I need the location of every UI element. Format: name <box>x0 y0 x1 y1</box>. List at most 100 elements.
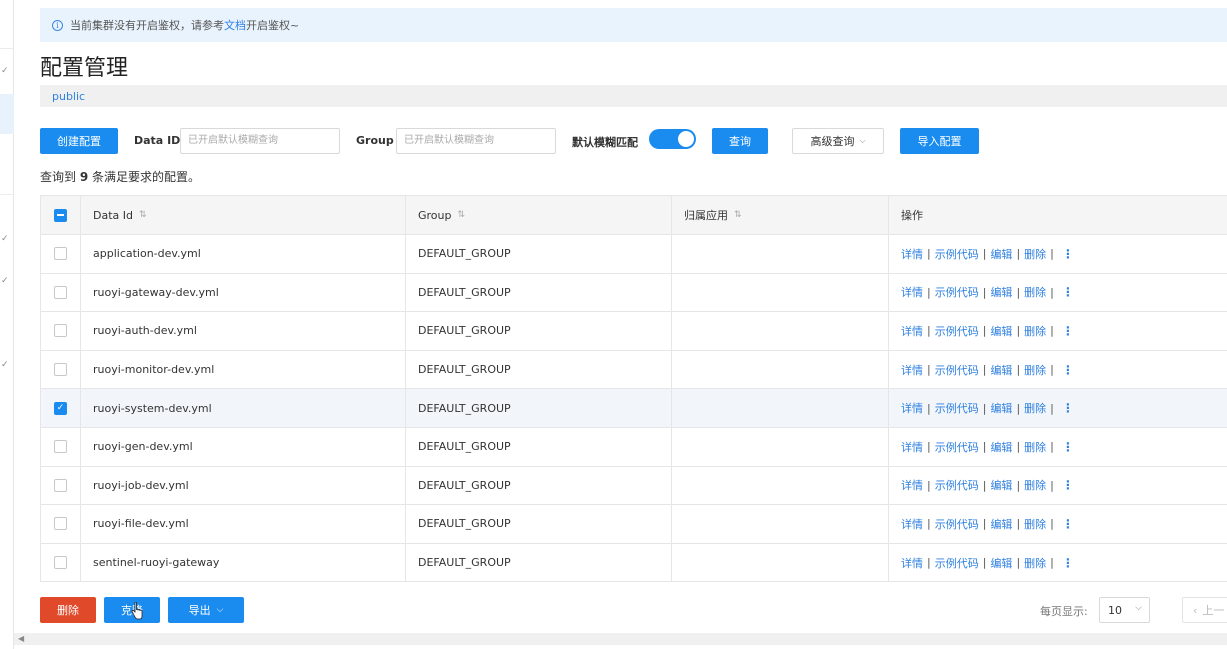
group-input[interactable]: 已开启默认模糊查询 <box>396 128 556 154</box>
op-link-2[interactable]: 编辑 <box>990 362 1012 378</box>
op-separator: | <box>927 324 931 338</box>
op-link-0[interactable]: 详情 <box>901 439 923 455</box>
op-link-3[interactable]: 删除 <box>1024 477 1046 493</box>
op-link-2[interactable]: 编辑 <box>990 246 1012 262</box>
op-link-1[interactable]: 示例代码 <box>935 439 979 455</box>
row-checkbox[interactable] <box>54 247 67 261</box>
op-link-2[interactable]: 编辑 <box>990 555 1012 571</box>
row-checkbox[interactable] <box>54 556 67 570</box>
chevron-icon[interactable]: ✓ <box>1 276 9 286</box>
sidebar-active-item[interactable] <box>0 94 14 134</box>
cell-ops: 详情 | 示例代码 | 编辑 | 删除 | ⋮ <box>889 544 1227 582</box>
chevron-icon[interactable]: ✓ <box>1 66 9 76</box>
page-size-value: 10 <box>1108 603 1122 617</box>
chevron-icon[interactable]: ✓ <box>1 360 9 370</box>
import-config-button[interactable]: 导入配置 <box>900 128 979 154</box>
row-actions: 详情 | 示例代码 | 编辑 | 删除 | ⋮ <box>901 477 1074 493</box>
op-link-0[interactable]: 详情 <box>901 400 923 416</box>
row-actions: 详情 | 示例代码 | 编辑 | 删除 | ⋮ <box>901 362 1074 378</box>
op-link-3[interactable]: 删除 <box>1024 400 1046 416</box>
op-link-1[interactable]: 示例代码 <box>935 400 979 416</box>
op-link-0[interactable]: 详情 <box>901 284 923 300</box>
export-button[interactable]: 导出 ⌵ <box>168 597 244 623</box>
query-button[interactable]: 查询 <box>712 128 768 154</box>
cell-app <box>672 466 889 505</box>
dataid-input[interactable]: 已开启默认模糊查询 <box>180 128 340 154</box>
notice-doc-link[interactable]: 文档 <box>224 17 246 33</box>
op-link-0[interactable]: 详情 <box>901 362 923 378</box>
more-vertical-icon[interactable]: ⋮ <box>1062 363 1074 377</box>
op-link-2[interactable]: 编辑 <box>990 477 1012 493</box>
op-link-3[interactable]: 删除 <box>1024 323 1046 339</box>
op-link-1[interactable]: 示例代码 <box>935 323 979 339</box>
more-vertical-icon[interactable]: ⋮ <box>1062 324 1074 338</box>
header-group[interactable]: Group ⇅ <box>406 196 672 234</box>
op-link-0[interactable]: 详情 <box>901 323 923 339</box>
row-checkbox[interactable] <box>54 517 67 531</box>
op-link-2[interactable]: 编辑 <box>990 439 1012 455</box>
op-link-1[interactable]: 示例代码 <box>935 362 979 378</box>
row-checkbox-cell: ✓ <box>41 389 81 427</box>
header-dataid[interactable]: Data Id ⇅ <box>81 196 406 234</box>
scroll-left-icon[interactable]: ◀ <box>18 633 24 645</box>
row-checkbox-cell <box>41 235 81 273</box>
row-checkbox[interactable] <box>54 324 67 338</box>
header-app[interactable]: 归属应用 ⇅ <box>672 196 889 234</box>
row-checkbox[interactable] <box>54 478 67 492</box>
op-link-3[interactable]: 删除 <box>1024 362 1046 378</box>
row-checkbox[interactable] <box>54 285 67 299</box>
chevron-icon[interactable]: ✓ <box>1 234 9 244</box>
op-link-1[interactable]: 示例代码 <box>935 516 979 532</box>
more-vertical-icon[interactable]: ⋮ <box>1062 517 1074 531</box>
op-link-3[interactable]: 删除 <box>1024 439 1046 455</box>
op-link-1[interactable]: 示例代码 <box>935 284 979 300</box>
sort-icon[interactable]: ⇅ <box>139 210 147 220</box>
op-link-3[interactable]: 删除 <box>1024 516 1046 532</box>
op-link-2[interactable]: 编辑 <box>990 516 1012 532</box>
more-vertical-icon[interactable]: ⋮ <box>1062 285 1074 299</box>
page-size-select[interactable]: 10 ⌵ <box>1099 597 1150 623</box>
op-link-1[interactable]: 示例代码 <box>935 477 979 493</box>
row-actions: 详情 | 示例代码 | 编辑 | 删除 | ⋮ <box>901 516 1074 532</box>
cell-dataid: ruoyi-gen-dev.yml <box>81 427 406 466</box>
row-checkbox[interactable]: ✓ <box>54 401 67 415</box>
op-link-2[interactable]: 编辑 <box>990 284 1012 300</box>
create-config-button[interactable]: 创建配置 <box>40 128 118 154</box>
horizontal-scrollbar[interactable]: ◀ <box>14 633 1227 645</box>
select-all-checkbox[interactable] <box>54 208 67 222</box>
op-link-3[interactable]: 删除 <box>1024 246 1046 262</box>
op-link-2[interactable]: 编辑 <box>990 400 1012 416</box>
op-link-1[interactable]: 示例代码 <box>935 555 979 571</box>
dataid-label: Data ID <box>134 134 181 147</box>
row-checkbox-cell <box>41 427 81 466</box>
more-vertical-icon[interactable]: ⋮ <box>1062 401 1074 415</box>
op-link-0[interactable]: 详情 <box>901 477 923 493</box>
op-link-1[interactable]: 示例代码 <box>935 246 979 262</box>
op-link-3[interactable]: 删除 <box>1024 284 1046 300</box>
op-link-0[interactable]: 详情 <box>901 555 923 571</box>
delete-button[interactable]: 删除 <box>40 597 96 623</box>
more-vertical-icon[interactable]: ⋮ <box>1062 556 1074 570</box>
op-separator: | <box>1016 517 1021 531</box>
sort-icon[interactable]: ⇅ <box>734 210 742 220</box>
op-link-0[interactable]: 详情 <box>901 516 923 532</box>
prev-page-button[interactable]: ‹ 上一 <box>1182 597 1227 623</box>
more-vertical-icon[interactable]: ⋮ <box>1062 478 1074 492</box>
more-vertical-icon[interactable]: ⋮ <box>1062 247 1074 261</box>
advanced-query-button[interactable]: 高级查询 ⌵ <box>792 128 884 154</box>
op-separator: | <box>1050 363 1054 377</box>
cell-group: DEFAULT_GROUP <box>406 273 672 312</box>
namespace-tab-public[interactable]: public <box>52 90 85 103</box>
row-checkbox[interactable] <box>54 440 67 454</box>
op-link-2[interactable]: 编辑 <box>990 323 1012 339</box>
header-ops-label: 操作 <box>901 209 923 222</box>
op-link-3[interactable]: 删除 <box>1024 555 1046 571</box>
cell-group: DEFAULT_GROUP <box>406 312 672 350</box>
op-separator: | <box>927 247 931 261</box>
sort-icon[interactable]: ⇅ <box>458 210 466 220</box>
row-checkbox[interactable] <box>54 363 67 377</box>
op-link-0[interactable]: 详情 <box>901 246 923 262</box>
more-vertical-icon[interactable]: ⋮ <box>1062 440 1074 454</box>
advanced-query-label: 高级查询 <box>810 135 855 148</box>
fuzzy-match-toggle[interactable] <box>649 129 696 149</box>
